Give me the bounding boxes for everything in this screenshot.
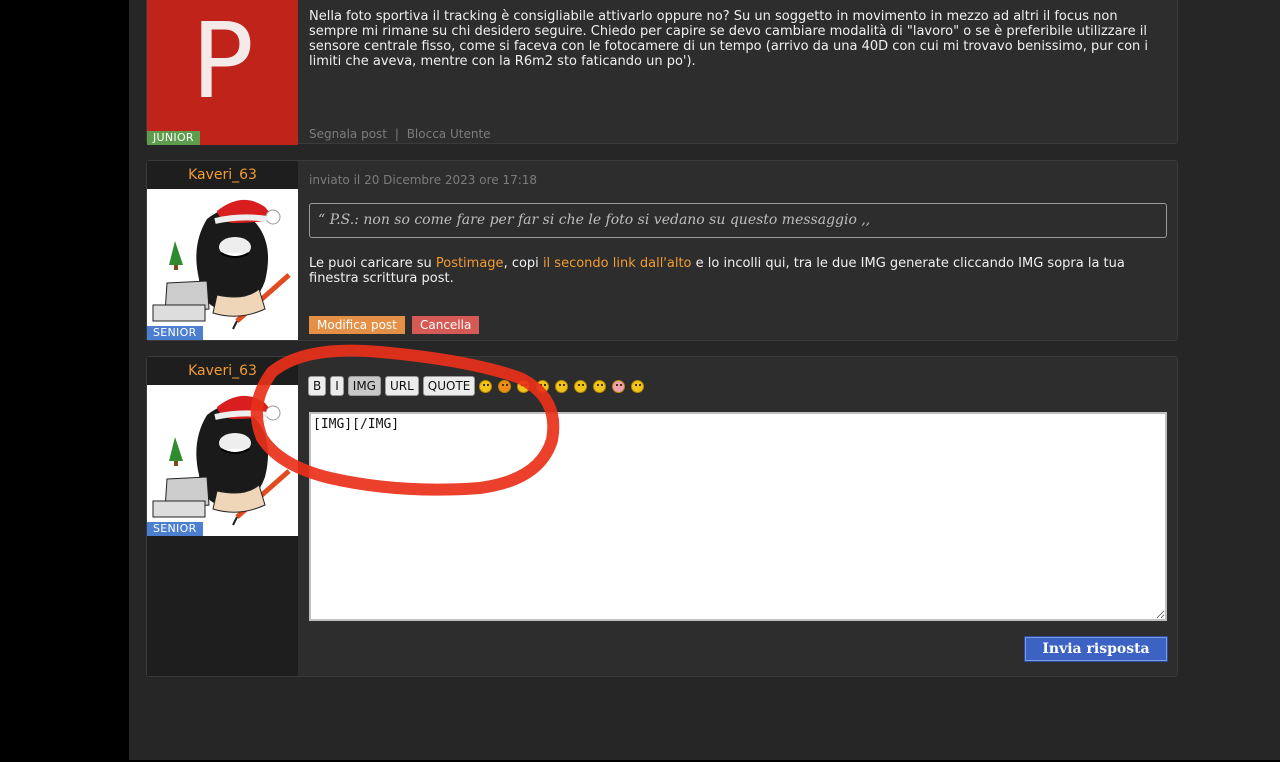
quote-block: “ P.S.: non so come fare per far si che … (309, 203, 1167, 238)
post-body: Le puoi caricare su Postimage, copi il s… (309, 256, 1166, 286)
author-username[interactable]: Kaveri_63 (147, 363, 298, 379)
wink-icon[interactable] (536, 379, 550, 393)
italic-button[interactable]: I (330, 376, 344, 396)
img-button[interactable]: IMG (347, 376, 381, 396)
quote-close: ,, (861, 212, 871, 228)
rank-badge: SENIOR (147, 326, 203, 340)
author-username[interactable]: Kaveri_63 (147, 167, 298, 183)
caveman-avatar-icon (147, 385, 298, 536)
separator: | (394, 127, 399, 141)
happy-icon[interactable] (555, 379, 569, 393)
avatar[interactable] (147, 385, 298, 536)
body-text-part: , copi (503, 256, 543, 271)
author-column: Kaveri_63 SENIOR (147, 357, 298, 676)
quote-button[interactable]: QUOTE (422, 376, 476, 396)
block-user-link[interactable]: Blocca Utente (407, 127, 491, 141)
author-column: P JUNIOR (147, 0, 298, 145)
post-timestamp: inviato il 20 Dicembre 2023 ore 17:18 (309, 173, 538, 187)
second-link-link[interactable]: il secondo link dall'alto (543, 256, 692, 271)
quote-text: P.S.: non so come fare per far si che le… (329, 212, 857, 228)
body-text-part: Le puoi caricare su (309, 256, 436, 271)
quote-open: “ (318, 212, 326, 228)
confused-icon[interactable] (593, 379, 607, 393)
url-button[interactable]: URL (384, 376, 419, 396)
sad-icon[interactable] (631, 379, 645, 393)
avatar-letter: P (191, 0, 254, 122)
bold-button[interactable]: B (308, 376, 327, 396)
grin-icon[interactable] (479, 379, 493, 393)
post-body: Nella foto sportiva il tracking è consig… (309, 9, 1149, 69)
submit-reply-button[interactable]: Invia risposta (1024, 636, 1168, 662)
postimage-link[interactable]: Postimage (436, 256, 504, 271)
reply-textarea[interactable]: [IMG][/IMG] (309, 412, 1167, 621)
author-column: Kaveri_63 SENIOR (147, 161, 298, 340)
avatar[interactable]: P (147, 0, 298, 145)
forum-post: P JUNIOR Nella foto sportiva il tracking… (146, 0, 1178, 145)
post-admin-actions: Modifica post Cancella (309, 314, 481, 334)
reply-form: Kaveri_63 SENIOR B I IMG URL QUOTE [IMG]… (146, 356, 1178, 677)
post-actions: Segnala post | Blocca Utente (309, 127, 491, 141)
edit-post-button[interactable]: Modifica post (309, 316, 405, 334)
delete-post-button[interactable]: Cancella (411, 316, 480, 334)
formatting-toolbar: B I IMG URL QUOTE (308, 375, 650, 397)
angry-icon[interactable] (498, 379, 512, 393)
report-post-link[interactable]: Segnala post (309, 127, 387, 141)
cool-icon[interactable] (517, 379, 531, 393)
avatar[interactable] (147, 189, 298, 340)
blush-icon[interactable] (612, 379, 626, 393)
rank-badge: SENIOR (147, 522, 203, 536)
caveman-avatar-icon (147, 189, 298, 340)
forum-post: Kaveri_63 SENIOR inviato il 20 Dicembre … (146, 160, 1178, 341)
surprised-icon[interactable] (574, 379, 588, 393)
rank-badge: JUNIOR (147, 131, 200, 145)
